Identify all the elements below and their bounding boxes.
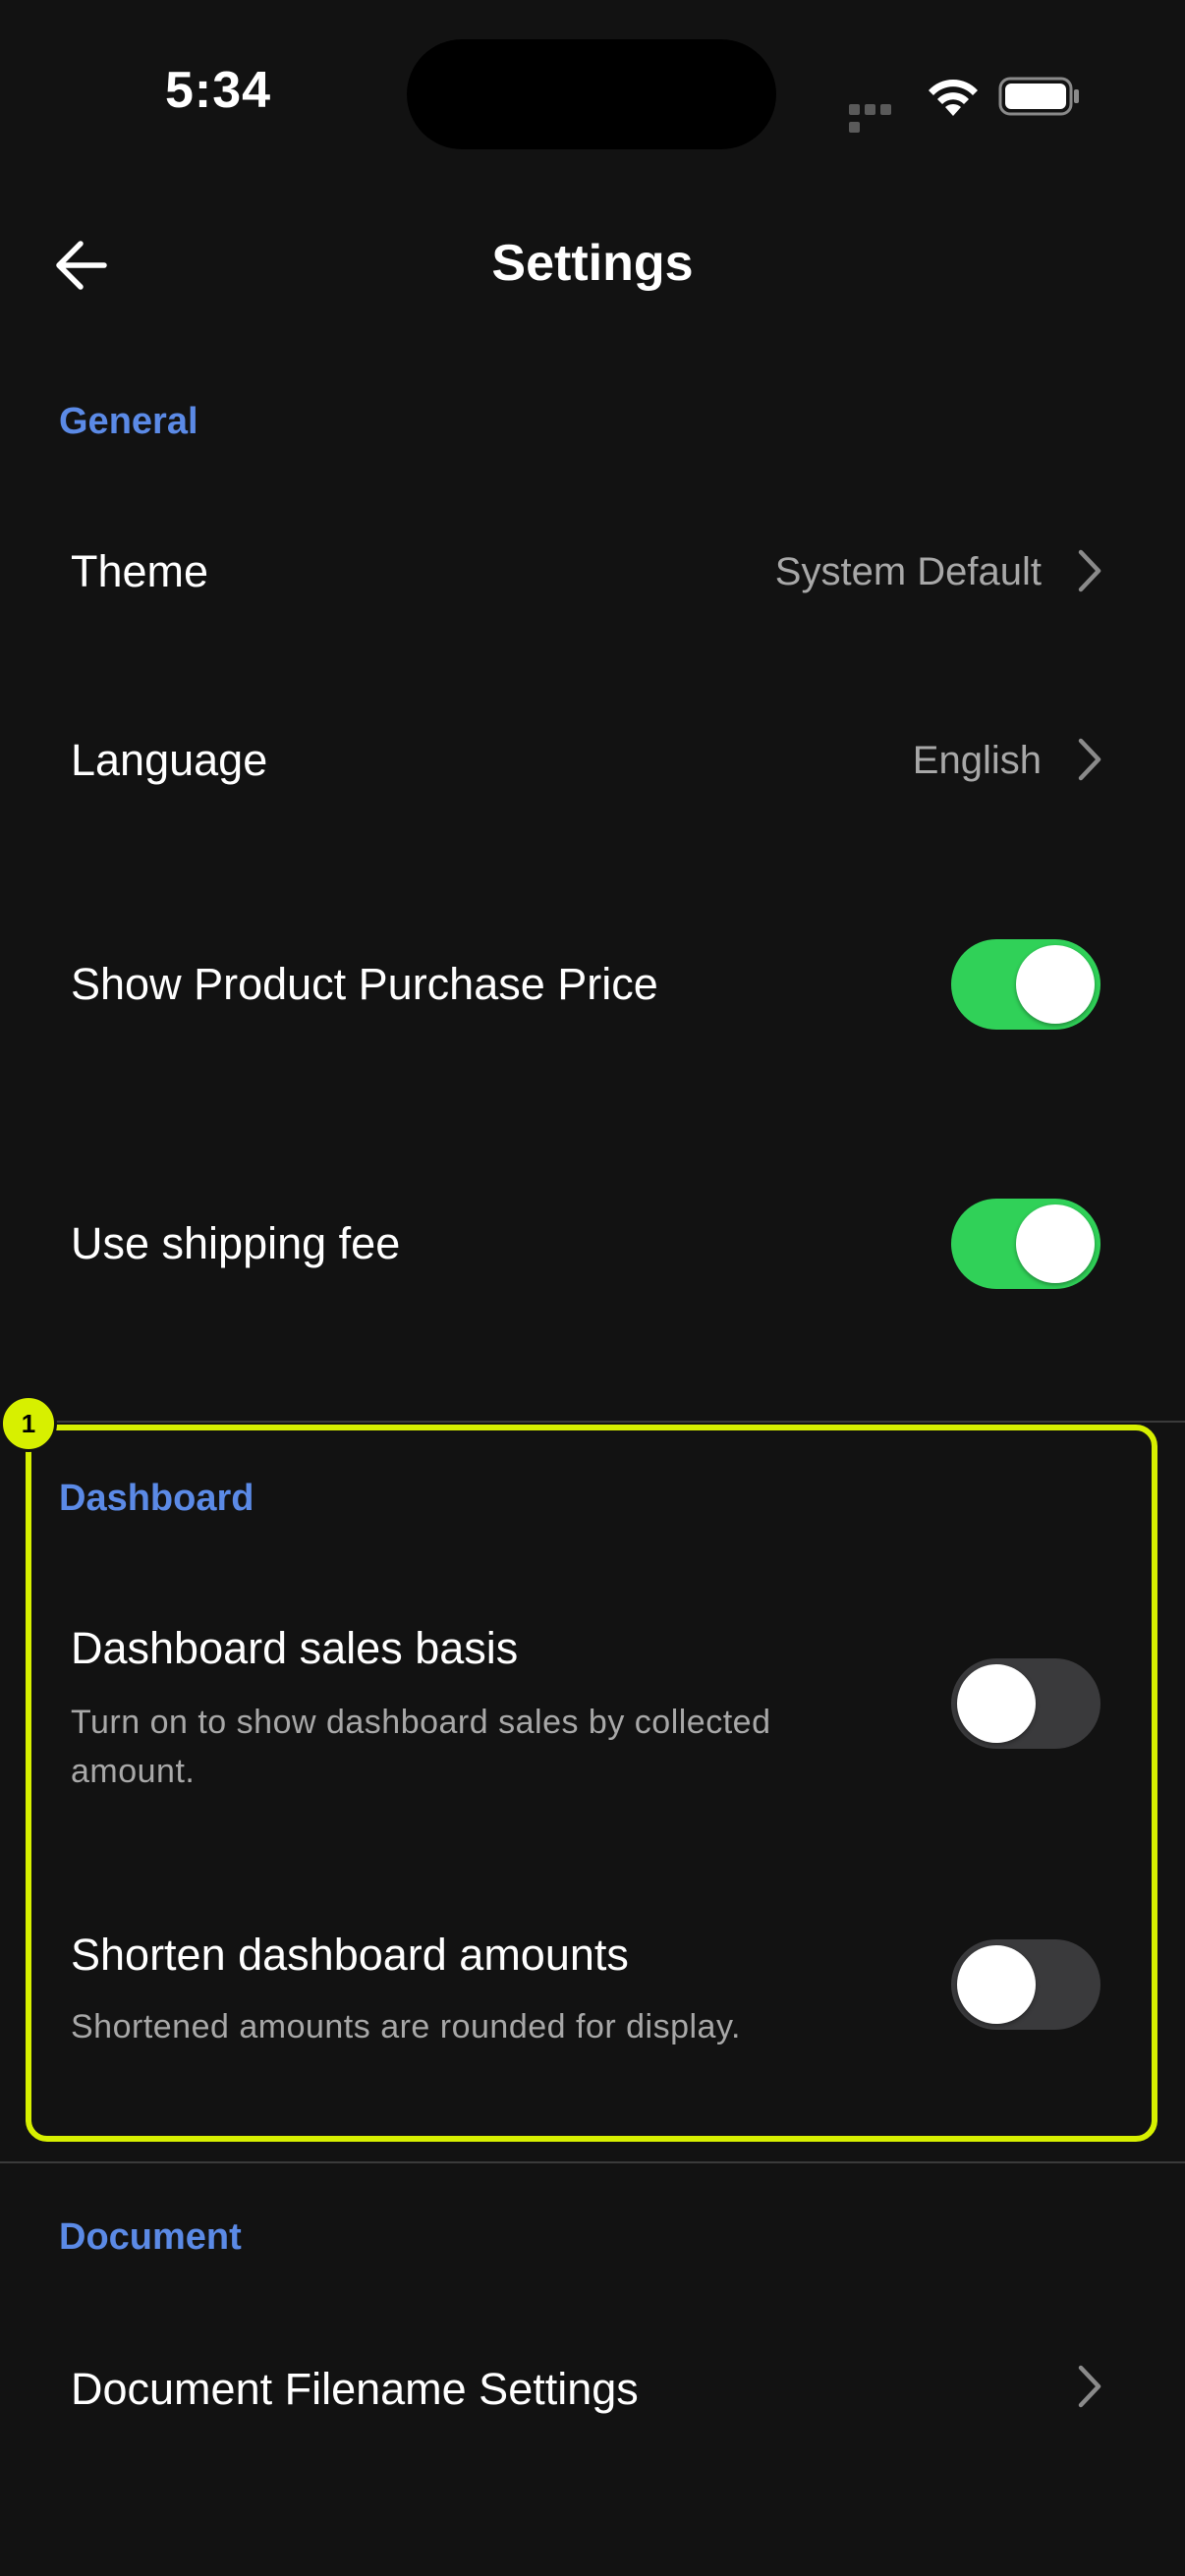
annotation-marker: 1: [0, 1395, 57, 1452]
language-label: Language: [71, 735, 268, 785]
chevron-right-icon: [1078, 2365, 1101, 2408]
section-header-document: Document: [59, 2216, 242, 2258]
purchase-price-label: Show Product Purchase Price: [71, 959, 658, 1009]
toggle-knob: [1016, 1204, 1095, 1283]
wifi-icon: [929, 80, 978, 116]
battery-icon: [998, 77, 1079, 116]
shipping-fee-toggle[interactable]: [951, 1199, 1100, 1289]
annotation-highlight-box: [26, 1425, 1157, 2142]
section-header-general: General: [59, 401, 198, 442]
purchase-price-toggle[interactable]: [951, 939, 1100, 1030]
theme-label: Theme: [71, 546, 209, 596]
section-divider: [0, 2161, 1185, 2163]
section-divider: [0, 1421, 1185, 1423]
chevron-right-icon: [1078, 738, 1101, 781]
theme-value: System Default: [774, 550, 1042, 593]
document-filename-label: Document Filename Settings: [71, 2364, 639, 2414]
dynamic-island: [407, 39, 776, 149]
language-value: English: [912, 739, 1042, 782]
shipping-fee-label: Use shipping fee: [71, 1218, 401, 1268]
toggle-knob: [1016, 945, 1095, 1024]
page-title: Settings: [491, 235, 694, 292]
status-time: 5:34: [165, 62, 272, 119]
cellular-signal-icon: [849, 102, 908, 133]
chevron-right-icon: [1078, 549, 1101, 592]
